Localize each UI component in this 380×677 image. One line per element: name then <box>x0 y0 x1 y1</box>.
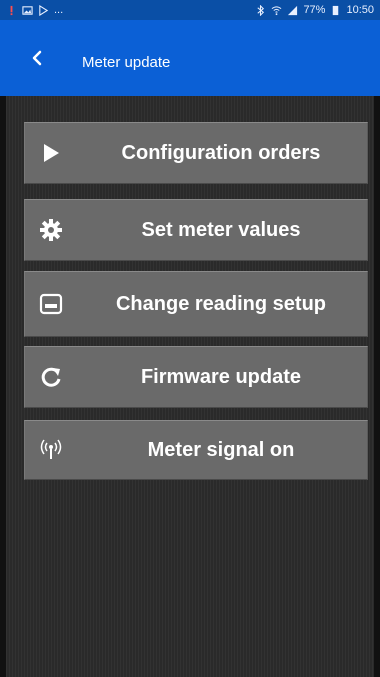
image-icon <box>22 5 33 15</box>
battery-percent: 77% <box>303 4 326 16</box>
button-label: Configuration orders <box>121 142 321 164</box>
button-label: Meter signal on <box>147 439 295 461</box>
status-time: 10:50 <box>346 4 374 16</box>
app-bar: Meter update <box>0 20 380 96</box>
firmware-update-button[interactable]: Firmware update <box>24 346 368 408</box>
configuration-orders-button[interactable]: Configuration orders <box>24 122 368 184</box>
button-label: Firmware update <box>140 366 302 388</box>
page-title: Meter update <box>82 54 171 71</box>
phone-screen: ... 77% 10:50 Meter update Configuration… <box>0 0 380 677</box>
signal-icon <box>288 5 298 15</box>
status-left: ... <box>6 3 63 17</box>
display-icon <box>39 293 63 315</box>
menu-panel: Configuration orders Set meter values Ch… <box>6 96 374 677</box>
bluetooth-icon <box>257 4 265 16</box>
status-right: 77% 10:50 <box>255 3 374 17</box>
button-label: Change reading setup <box>115 293 327 315</box>
wifi-icon <box>272 5 282 15</box>
gear-icon <box>40 219 62 241</box>
button-label: Set meter values <box>141 219 301 241</box>
meter-signal-on-button[interactable]: Meter signal on <box>24 420 368 480</box>
status-bar: ... 77% 10:50 <box>0 0 380 20</box>
change-reading-setup-button[interactable]: Change reading setup <box>24 271 368 337</box>
refresh-icon <box>41 367 61 387</box>
play-icon <box>44 144 59 162</box>
antenna-icon <box>40 439 62 459</box>
play-store-icon <box>39 4 49 16</box>
status-ellipsis: ... <box>54 4 64 16</box>
alert-icon <box>10 5 13 15</box>
battery-icon <box>333 5 339 15</box>
set-meter-values-button[interactable]: Set meter values <box>24 199 368 261</box>
chevron-left-icon[interactable] <box>28 48 48 68</box>
